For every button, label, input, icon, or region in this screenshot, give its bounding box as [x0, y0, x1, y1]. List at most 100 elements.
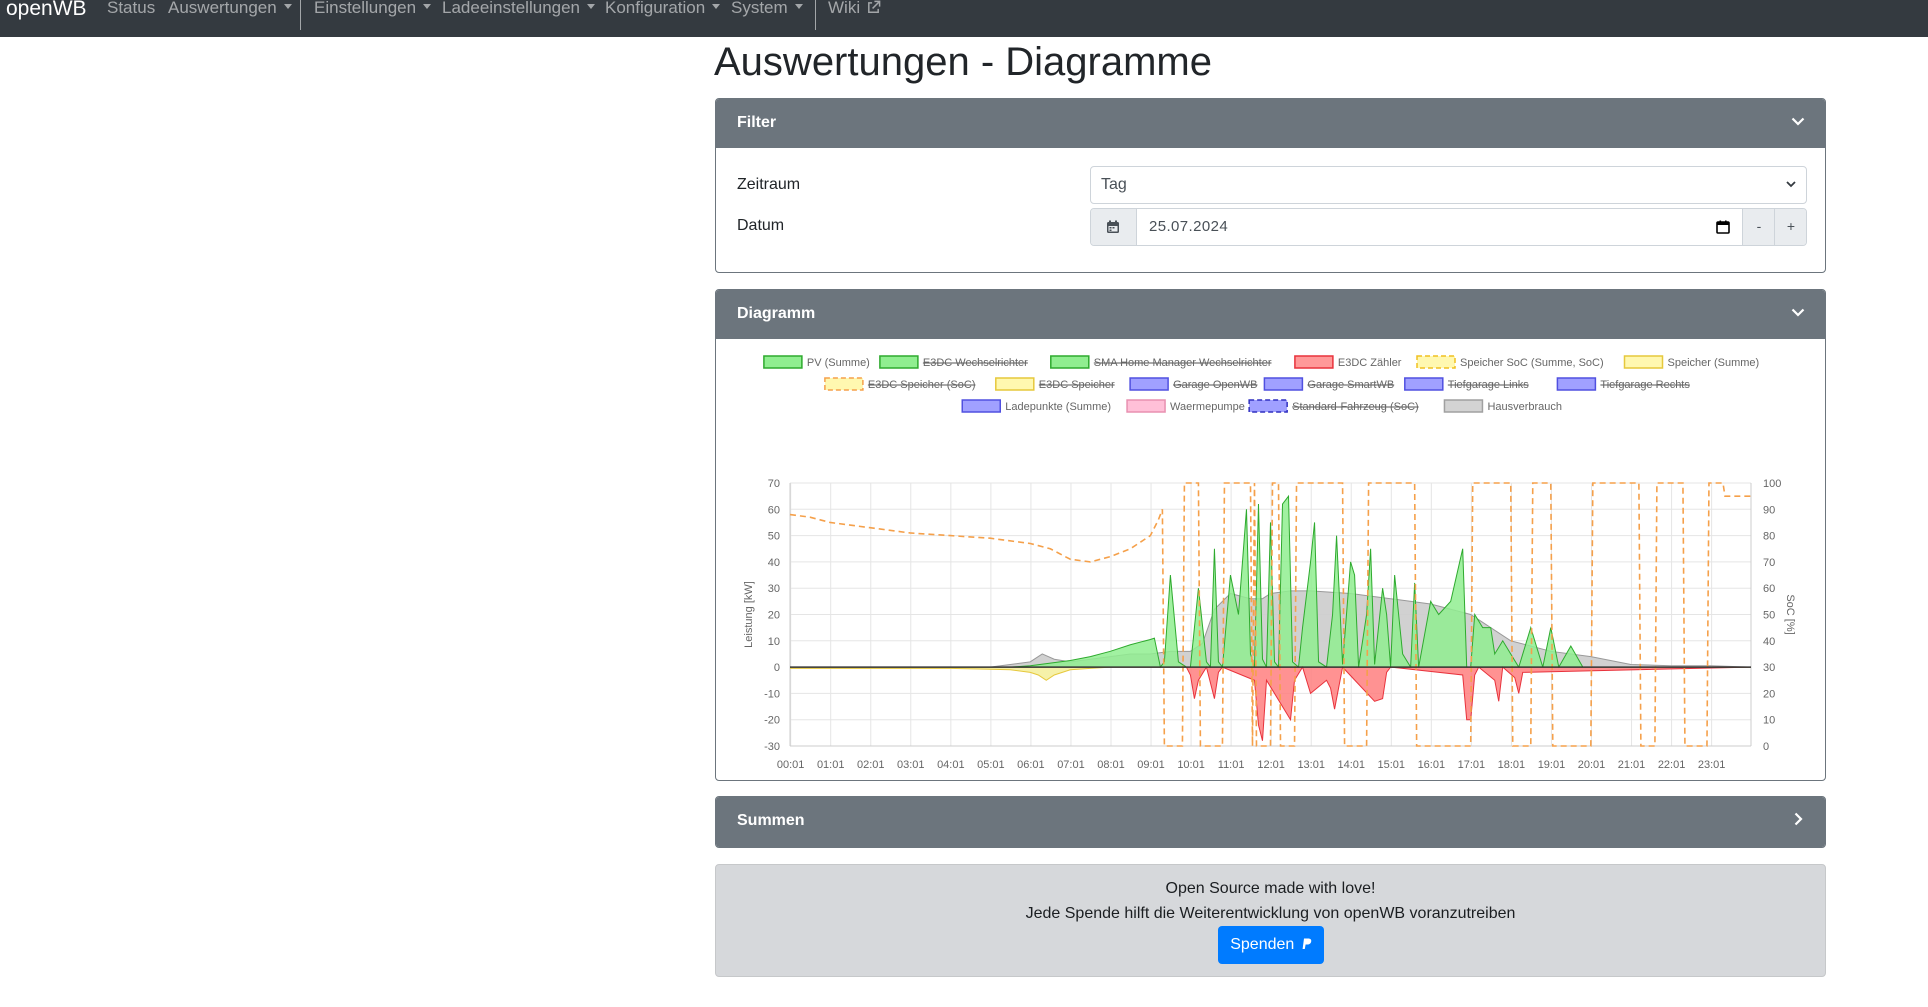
chevron-down-icon [1786, 181, 1796, 188]
legend-label: Tiefgarage Rechts [1600, 379, 1690, 391]
legend-label: PV (Summe) [807, 357, 870, 369]
nav-ladeeinstellungen-label: Ladeeinstellungen [442, 0, 581, 17]
caret-down-icon [423, 4, 432, 9]
diagramm-card: Diagramm PV (Summe) E3DC Wechselrichter SM… [715, 289, 1826, 781]
x-tick-label: 20:01 [1578, 759, 1606, 771]
x-tick-label: 09:01 [1137, 759, 1165, 771]
chart-container: PV (Summe) E3DC Wechselrichter SMA Home Ma… [716, 339, 1825, 780]
x-tick-label: 23:01 [1698, 759, 1726, 771]
nav-wiki[interactable]: Wiki [828, 0, 881, 18]
donate-alert: Open Source made with love! Jede Spende … [715, 864, 1826, 977]
legend-swatch [961, 399, 1001, 413]
paypal-icon [1302, 938, 1312, 949]
x-tick-label: 03:01 [897, 759, 925, 771]
nav-einstellungen-label: Einstellungen [314, 0, 417, 17]
x-tick-label: 15:01 [1378, 759, 1406, 771]
zeitraum-value: Tag [1101, 176, 1127, 193]
legend-label: E3DC Wechselrichter [923, 357, 1028, 369]
legend-label: Garage OpenWB [1173, 379, 1257, 391]
zeitraum-select[interactable]: Tag [1090, 166, 1807, 204]
x-tick-label: 07:01 [1057, 759, 1085, 771]
date-picker-icon[interactable] [1716, 220, 1730, 234]
date-decrement-button[interactable]: - [1742, 209, 1775, 245]
legend-swatch [1129, 377, 1169, 391]
datum-input-group: 25.07.2024 - + [1090, 208, 1807, 246]
legend-swatch [1263, 377, 1304, 391]
x-tick-label: 16:01 [1418, 759, 1446, 771]
legend-label: E3DC Zähler [1338, 357, 1402, 369]
x-tick-label: 22:01 [1658, 759, 1686, 771]
nav-divider [300, 0, 301, 30]
filter-header[interactable]: Filter [716, 99, 1825, 148]
legend-label: Tiefgarage Links [1448, 379, 1529, 391]
external-link-icon [868, 0, 881, 13]
diagramm-header-label: Diagramm [737, 305, 816, 322]
legend-label: Waermepumpe [1170, 401, 1245, 413]
filter-header-label: Filter [737, 114, 777, 131]
legend-swatch [763, 355, 803, 369]
diagramm-header[interactable]: Diagramm [716, 290, 1825, 339]
legend-swatch [1404, 377, 1444, 391]
datum-field[interactable]: 25.07.2024 [1149, 218, 1228, 235]
navbar: openWB Status Auswertungen Einstellungen… [0, 0, 1928, 37]
x-tick-label: 10:01 [1177, 759, 1205, 771]
nav-einstellungen[interactable]: Einstellungen [314, 0, 432, 18]
x-tick-label: 08:01 [1097, 759, 1125, 771]
nav-ladeeinstellungen[interactable]: Ladeeinstellungen [442, 0, 596, 18]
y2-tick-label: 90 [1763, 504, 1775, 516]
legend-label: E3DC Speicher [1039, 379, 1115, 391]
y-tick-label: -10 [764, 688, 780, 700]
legend-swatch [1443, 399, 1484, 413]
nav-status[interactable]: Status [107, 0, 155, 18]
filter-card: Filter Zeitraum Tag Datum 25.07.2024 - + [715, 98, 1826, 273]
legend-label: SMA Home Manager Wechselrichter [1094, 357, 1272, 369]
x-tick-label: 17:01 [1458, 759, 1486, 771]
y2-tick-label: 40 [1763, 636, 1775, 648]
legend-swatch [1050, 355, 1090, 369]
summen-card: Summen [715, 796, 1826, 848]
nav-wiki-label: Wiki [828, 0, 861, 17]
chevron-right-icon [1794, 812, 1803, 826]
spenden-button[interactable]: Spenden [1218, 926, 1324, 964]
nav-konfiguration-label: Konfiguration [605, 0, 706, 17]
summen-header[interactable]: Summen [716, 797, 1825, 847]
y-tick-label: 20 [768, 610, 780, 622]
brand-logo[interactable]: openWB [6, 0, 87, 21]
zeitraum-label: Zeitraum [737, 176, 801, 193]
x-tick-label: 06:01 [1017, 759, 1045, 771]
y-tick-label: 50 [768, 531, 780, 543]
x-tick-label: 02:01 [857, 759, 885, 771]
summen-header-label: Summen [737, 812, 805, 829]
nav-system[interactable]: System [731, 0, 803, 18]
y-tick-label: -30 [764, 741, 780, 753]
y2-tick-label: 100 [1763, 478, 1781, 490]
nav-auswertungen[interactable]: Auswertungen [168, 0, 292, 18]
legend-swatch [1623, 355, 1664, 369]
y2-tick-label: 30 [1763, 662, 1775, 674]
y-tick-label: 70 [768, 478, 780, 490]
date-increment-button[interactable]: + [1774, 209, 1806, 245]
donate-line1: Open Source made with love! [1165, 880, 1376, 897]
legend-swatch [824, 377, 864, 391]
page-title: Auswertungen - Diagramme [714, 40, 1212, 84]
legend-swatch [1126, 399, 1166, 413]
chevron-down-icon [1791, 308, 1805, 317]
y2-tick-label: 10 [1763, 715, 1775, 727]
y2-tick-label: 50 [1763, 610, 1775, 622]
legend-label: Speicher (Summe) [1668, 357, 1760, 369]
y-tick-label: 0 [774, 662, 780, 674]
legend-swatch [1294, 355, 1334, 369]
legend-swatch [1556, 377, 1597, 391]
legend-label: E3DC Speicher (SoC) [868, 379, 976, 391]
x-tick-label: 14:01 [1337, 759, 1365, 771]
x-tick-label: 13:01 [1297, 759, 1325, 771]
y-tick-label: 10 [768, 636, 780, 648]
spenden-label: Spenden [1230, 936, 1295, 953]
x-tick-label: 11:01 [1218, 759, 1245, 771]
caret-down-icon [794, 4, 803, 9]
legend-swatch [1248, 399, 1288, 413]
legend-label: Garage SmartWB [1307, 379, 1394, 391]
nav-konfiguration[interactable]: Konfiguration [605, 0, 721, 18]
energy-chart[interactable]: PV (Summe) E3DC Wechselrichter SMA Home Ma… [716, 339, 1825, 780]
x-tick-label: 21:01 [1618, 759, 1646, 771]
